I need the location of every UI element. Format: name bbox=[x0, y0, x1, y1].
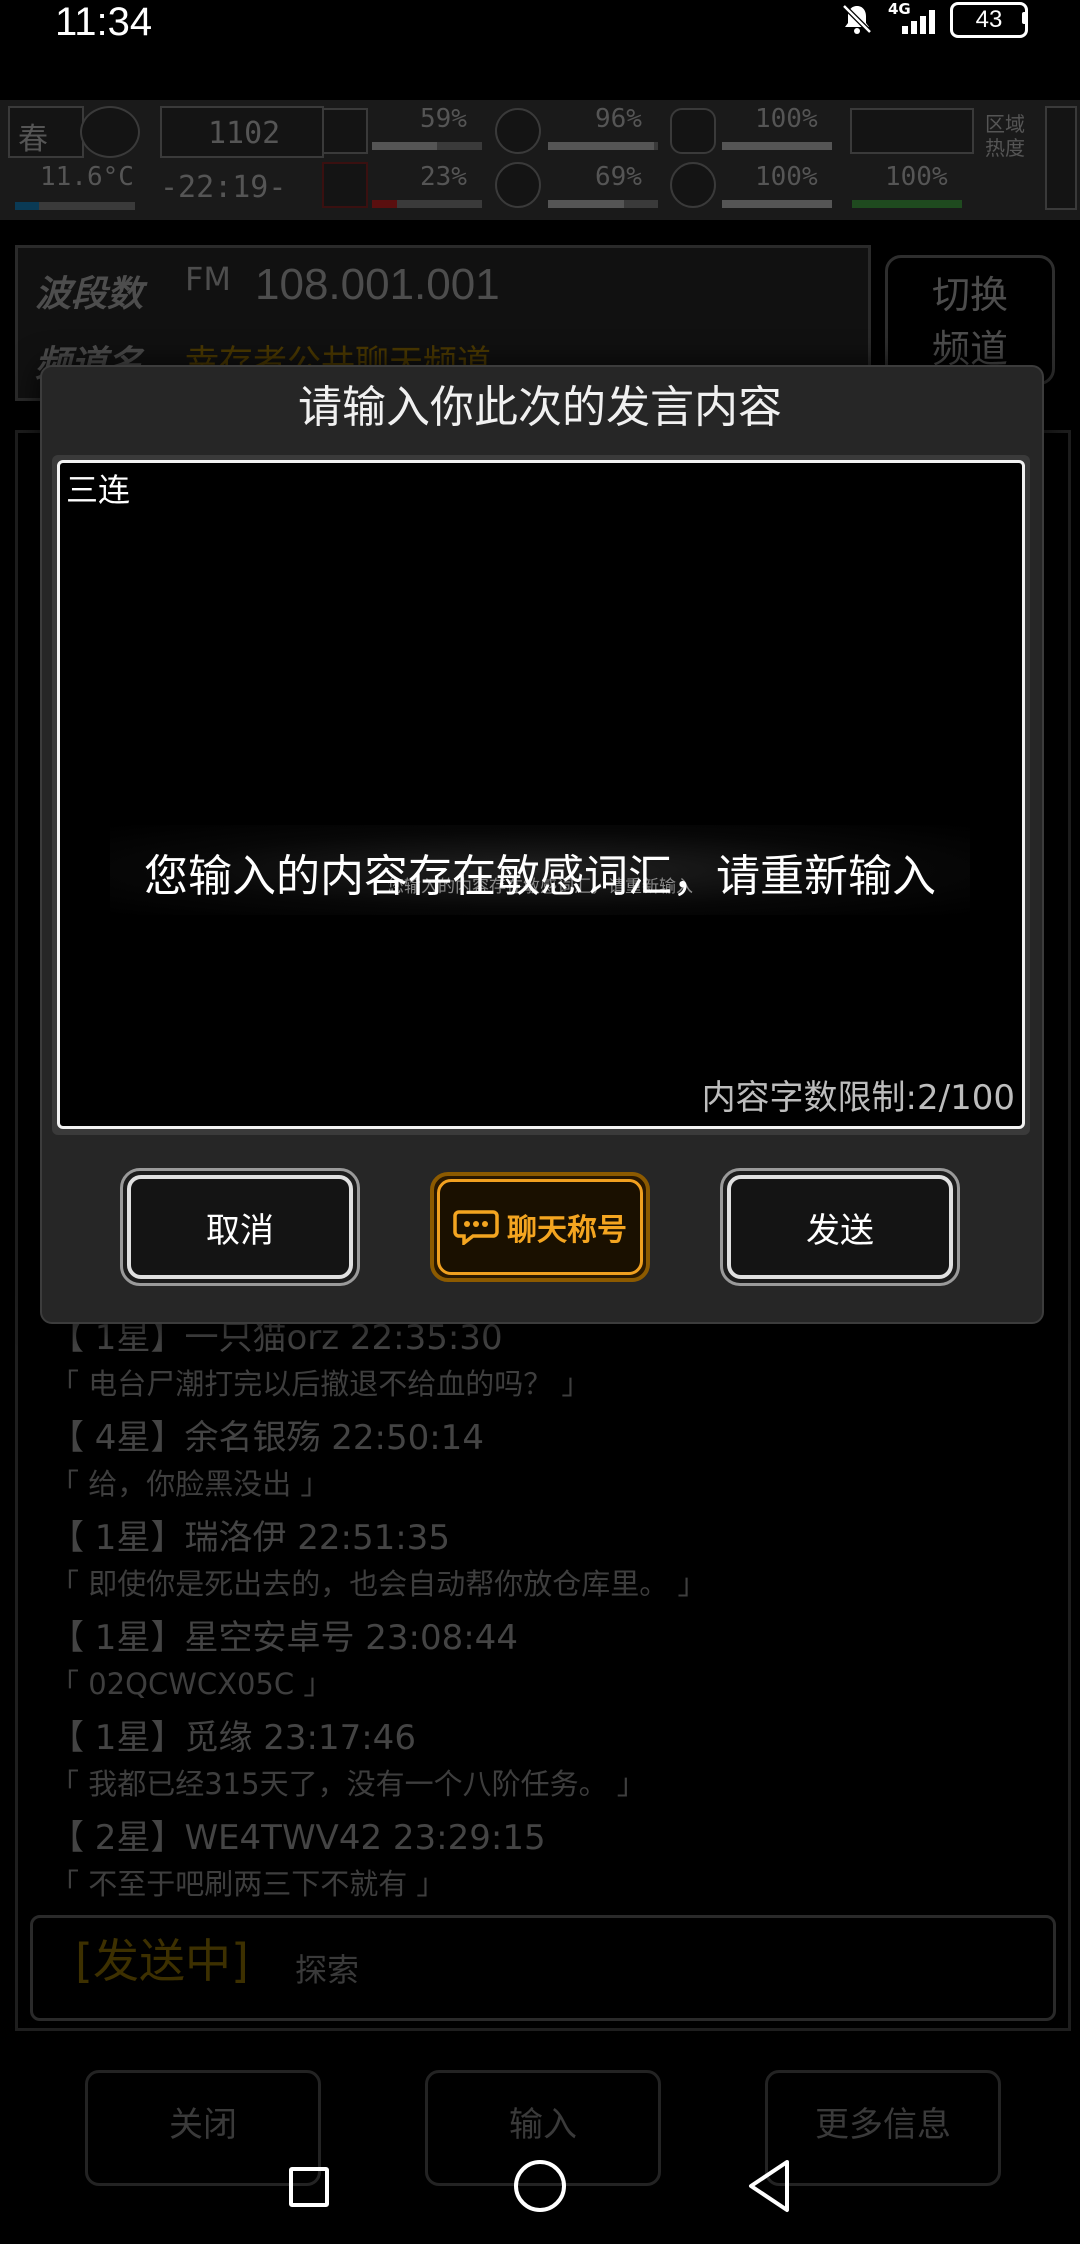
game-clock: -22:19- bbox=[160, 170, 287, 205]
send-button-label: 发送 bbox=[727, 1175, 953, 1279]
stat-hunger: 96% bbox=[595, 104, 642, 134]
hud-panel: 春 11.6°C 1102 -22:19- 59% 96% 100% 23% 6… bbox=[0, 100, 1080, 220]
battery-tip bbox=[1022, 12, 1027, 24]
cancel-button-label: 取消 bbox=[127, 1175, 353, 1279]
chat-nickname-button[interactable]: 聊天称号 bbox=[430, 1172, 650, 1282]
moon-icon bbox=[80, 106, 140, 158]
message-input-value[interactable]: 三连 bbox=[66, 465, 130, 511]
close-button[interactable]: 关闭 bbox=[85, 2070, 321, 2186]
char-counter: 内容字数限制:2/100 bbox=[701, 1078, 1015, 1118]
day-counter: 1102 bbox=[160, 106, 324, 158]
sending-status: [发送中] bbox=[75, 1934, 249, 1988]
dialog-title: 请输入你此次的发言内容 bbox=[298, 382, 782, 433]
chat-message: 【 1星】觅缘 23:17:46 「 我都已经315天了，没有一个八阶任务。 」 bbox=[50, 1718, 646, 1801]
level-meter bbox=[850, 108, 974, 154]
stat-thirst: 69% bbox=[595, 162, 642, 192]
heat-meter bbox=[1045, 106, 1077, 210]
stat-stamina: 100% bbox=[885, 162, 948, 192]
more-info-button[interactable]: 更多信息 bbox=[765, 2070, 1001, 2186]
battery-indicator: 43 bbox=[950, 2, 1028, 38]
water-drop-icon bbox=[495, 162, 541, 208]
season-badge: 春 bbox=[8, 106, 84, 158]
chat-message: 【 1星】星空安卓号 23:08:44 「 02QCWCX05C 」 bbox=[50, 1618, 518, 1701]
stomach-icon bbox=[495, 108, 541, 154]
chat-nickname-label: 聊天称号 bbox=[507, 1213, 627, 1248]
send-button[interactable]: 发送 bbox=[720, 1168, 960, 1286]
back-icon[interactable] bbox=[745, 2158, 793, 2214]
status-bar: 11:34 4G 43 bbox=[0, 0, 1080, 50]
stat-health: 59% bbox=[420, 104, 467, 134]
bell-muted-icon bbox=[842, 4, 872, 34]
band-label: 波段数 bbox=[35, 274, 144, 315]
medkit-icon bbox=[322, 108, 368, 154]
antenna-icon: FM bbox=[185, 260, 232, 298]
clock: 11:34 bbox=[55, 0, 153, 44]
sending-text: 探索 bbox=[295, 1951, 360, 1989]
chat-message: 【 4星】余名银殇 22:50:14 「 给，你脸黑没出 」 bbox=[50, 1418, 484, 1501]
stat-infection: 23% bbox=[420, 162, 467, 192]
heart-icon bbox=[670, 162, 716, 208]
area-heat-label: 区域热度 bbox=[985, 112, 1025, 160]
stat-mood: 100% bbox=[755, 162, 818, 192]
cancel-button[interactable]: 取消 bbox=[120, 1168, 360, 1286]
armor-icon bbox=[670, 108, 716, 154]
injury-icon bbox=[322, 162, 368, 208]
recents-icon[interactable] bbox=[289, 2167, 329, 2207]
signal-icon bbox=[902, 10, 935, 34]
stat-armor: 100% bbox=[755, 104, 818, 134]
sensitive-word-toast: 您输入的内容存在敏感词汇，请重新输入 bbox=[144, 851, 936, 902]
chat-bubble-icon bbox=[453, 1210, 499, 1245]
home-icon[interactable] bbox=[514, 2160, 566, 2212]
message-input[interactable] bbox=[57, 460, 1025, 1129]
frequency-value: 108.001.001 bbox=[255, 260, 500, 309]
chat-message: 【 1星】瑞洛伊 22:51:35 「 即使你是死出去的，也会自动帮你放仓库里。… bbox=[50, 1518, 707, 1601]
chat-message: 【 2星】WE4TWV42 23:29:15 「 不至于吧刷两三下不就有 」 bbox=[50, 1818, 546, 1901]
temperature: 11.6°C bbox=[40, 162, 134, 192]
chat-nickname-inner: 聊天称号 bbox=[437, 1179, 643, 1275]
